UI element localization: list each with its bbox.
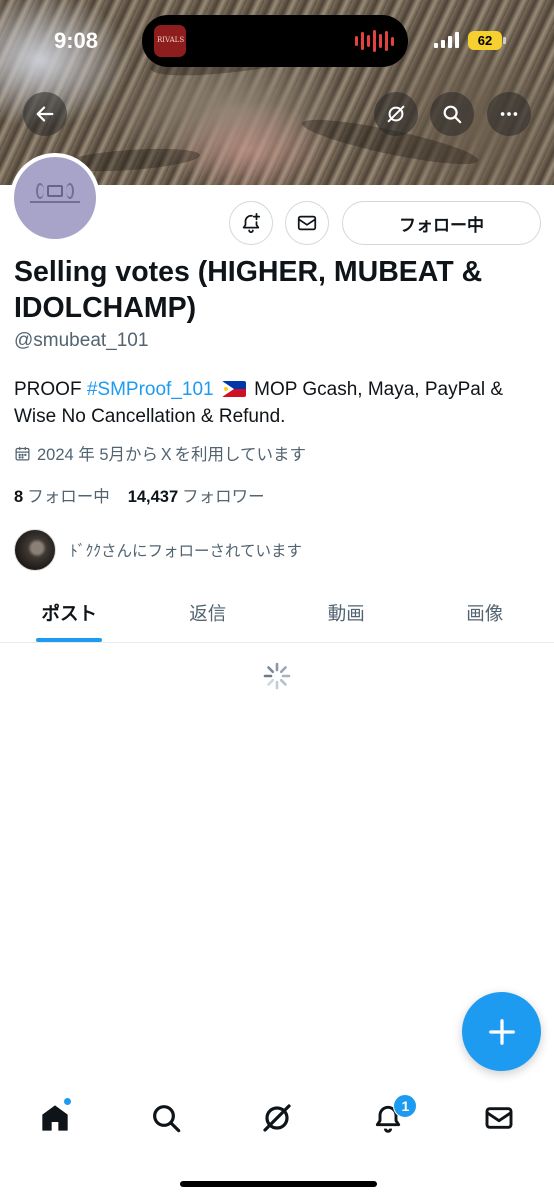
nav-search[interactable] bbox=[111, 1085, 222, 1150]
compose-button[interactable] bbox=[462, 992, 541, 1071]
grok-icon bbox=[387, 105, 405, 123]
profile-bio: PROOF #SMProof_101 MOP Gcash, Maya, PayP… bbox=[14, 376, 534, 430]
more-button[interactable] bbox=[487, 92, 531, 136]
home-icon bbox=[42, 1104, 69, 1131]
envelope-icon bbox=[297, 215, 317, 231]
plus-icon bbox=[488, 1018, 515, 1045]
followers-link[interactable]: 14,437 フォロワー bbox=[128, 483, 265, 507]
avatar-image bbox=[14, 157, 96, 239]
nav-home[interactable] bbox=[0, 1085, 111, 1150]
bio-prefix: PROOF bbox=[14, 379, 87, 400]
nav-notifications[interactable]: 1 bbox=[332, 1085, 443, 1150]
joined-date: 2024 年 5月からＸを利用しています bbox=[14, 441, 306, 465]
tab-label: 返信 bbox=[189, 603, 227, 624]
following-count: 8 bbox=[14, 488, 24, 506]
back-button[interactable] bbox=[23, 92, 67, 136]
home-new-dot bbox=[63, 1097, 72, 1106]
followers-count: 14,437 bbox=[127, 488, 179, 506]
nav-messages[interactable] bbox=[443, 1085, 554, 1150]
message-button[interactable] bbox=[285, 201, 329, 245]
calendar-icon bbox=[15, 446, 30, 461]
bell-plus-icon bbox=[242, 212, 261, 234]
dynamic-island[interactable]: RIVALS bbox=[142, 15, 408, 67]
joined-text: 2024 年 5月からＸを利用しています bbox=[37, 446, 307, 464]
battery-indicator: 62 bbox=[468, 31, 506, 50]
follow-stats: 8 フォロー中 14,437 フォロワー bbox=[14, 483, 265, 507]
grok-button[interactable] bbox=[374, 92, 418, 136]
profile-avatar[interactable] bbox=[10, 153, 100, 243]
philippines-flag-icon bbox=[221, 381, 246, 397]
search-icon bbox=[153, 1104, 181, 1132]
loading-spinner-icon bbox=[263, 662, 291, 690]
nav-grok[interactable] bbox=[222, 1085, 333, 1150]
tab-label: 画像 bbox=[466, 603, 504, 624]
bio-hashtag-link[interactable]: #SMProof_101 bbox=[87, 379, 214, 400]
active-tab-indicator bbox=[36, 638, 103, 642]
profile-tabs: ポスト 返信 動画 画像 bbox=[0, 584, 554, 643]
messages-icon bbox=[485, 1106, 513, 1129]
arrow-left-icon bbox=[36, 106, 54, 122]
search-button[interactable] bbox=[430, 92, 474, 136]
notifications-badge: 1 bbox=[393, 1094, 418, 1118]
following-link[interactable]: 8 フォロー中 bbox=[14, 483, 110, 507]
home-indicator[interactable] bbox=[180, 1181, 377, 1187]
tab-label: 動画 bbox=[327, 603, 365, 624]
following-label: フォロー中 bbox=[27, 488, 110, 506]
tab-videos[interactable]: 動画 bbox=[277, 584, 416, 642]
tab-posts[interactable]: ポスト bbox=[0, 584, 139, 642]
followed-by-row[interactable]: ﾄﾞｸｸさんにフォローされています bbox=[14, 529, 302, 571]
tab-images[interactable]: 画像 bbox=[416, 584, 554, 642]
cellular-signal-icon bbox=[434, 32, 459, 48]
grok-icon bbox=[263, 1103, 291, 1132]
more-horizontal-icon bbox=[500, 112, 518, 116]
profile-handle: @smubeat_101 bbox=[14, 330, 149, 351]
search-icon bbox=[443, 105, 462, 124]
status-time: 9:08 bbox=[54, 28, 99, 53]
bottom-navigation: 1 bbox=[0, 1085, 554, 1150]
follower-avatar bbox=[14, 529, 56, 571]
album-art-text: RIVALS bbox=[157, 36, 185, 44]
followers-label: フォロワー bbox=[182, 488, 265, 506]
tab-label: ポスト bbox=[41, 603, 97, 624]
album-art: RIVALS bbox=[154, 25, 186, 57]
following-button[interactable]: フォロー中 bbox=[342, 201, 541, 245]
tab-replies[interactable]: 返信 bbox=[139, 584, 278, 642]
profile-name: Selling votes (HIGHER, MUBEAT & IDOLCHAM… bbox=[14, 256, 483, 324]
followed-by-text: ﾄﾞｸｸさんにフォローされています bbox=[70, 543, 303, 560]
audio-waveform-icon bbox=[355, 29, 394, 53]
notify-button[interactable] bbox=[229, 201, 273, 245]
